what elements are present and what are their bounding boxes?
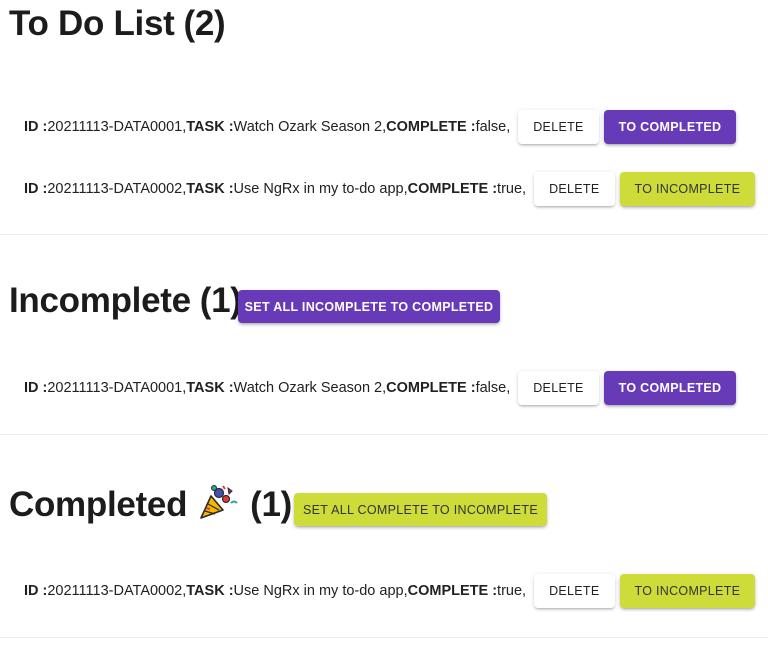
todo-item-row: ID :20211113-DATA0002,TASK :Use NgRx in … [24,172,756,206]
task-value: Use NgRx in my to-do app, [233,181,408,197]
todo-list-heading: To Do List (2) [9,4,226,43]
incomplete-heading: Incomplete (1) [9,283,242,318]
to-incomplete-button[interactable]: TO INCOMPLETE [619,574,756,608]
id-label: ID : [24,119,48,135]
complete-value: false, [475,119,511,135]
todo-page: To Do List (2) ID :20211113-DATA0001,TASK… [0,0,768,648]
party-popper-icon [200,485,238,519]
set-all-complete-to-incomplete-button[interactable]: SET ALL COMPLETE TO INCOMPLETE [294,493,547,526]
set-all-incomplete-to-completed-button[interactable]: SET ALL INCOMPLETE TO COMPLETED [238,290,500,323]
to-incomplete-button[interactable]: TO INCOMPLETE [619,172,756,206]
completed-title: Completed [9,485,188,524]
complete-value: true, [497,583,527,599]
delete-button[interactable]: DELETE [518,110,599,144]
id-value: 20211113-DATA0002, [47,583,187,599]
delete-button[interactable]: DELETE [518,371,599,405]
todo-item-text: ID :20211113-DATA0001,TASK :Watch Ozark … [24,380,510,396]
todo-item-text: ID :20211113-DATA0002,TASK :Use NgRx in … [24,181,526,197]
incomplete-item-row: ID :20211113-DATA0001,TASK :Watch Ozark … [24,371,737,405]
todo-item-text: ID :20211113-DATA0001,TASK :Watch Ozark … [24,119,510,135]
completed-heading: Completed (1) [9,484,292,522]
complete-value: false, [475,380,511,396]
task-label: TASK : [186,119,234,135]
id-value: 20211113-DATA0001, [47,380,187,396]
delete-button[interactable]: DELETE [534,172,615,206]
todo-item-row: ID :20211113-DATA0001,TASK :Watch Ozark … [24,110,737,144]
task-label: TASK : [186,181,234,197]
todo-list-count: (2) [183,4,226,43]
id-label: ID : [24,380,48,396]
todo-list-title: To Do List [9,4,175,43]
section-divider [0,637,768,638]
id-value: 20211113-DATA0001, [47,119,187,135]
section-divider [0,434,768,435]
incomplete-title: Incomplete [9,281,191,320]
task-label: TASK : [186,380,234,396]
completed-count: (1) [250,485,293,524]
complete-value: true, [497,181,527,197]
task-value: Use NgRx in my to-do app, [233,583,408,599]
task-value: Watch Ozark Season 2, [233,119,387,135]
delete-button[interactable]: DELETE [534,574,615,608]
incomplete-count: (1) [199,281,242,320]
complete-label: COMPLETE : [407,181,498,197]
completed-item-row: ID :20211113-DATA0002,TASK :Use NgRx in … [24,574,756,608]
to-completed-button[interactable]: TO COMPLETED [603,371,737,405]
id-value: 20211113-DATA0002, [47,181,187,197]
id-label: ID : [24,583,48,599]
complete-label: COMPLETE : [407,583,498,599]
todo-item-text: ID :20211113-DATA0002,TASK :Use NgRx in … [24,583,526,599]
id-label: ID : [24,181,48,197]
task-label: TASK : [186,583,234,599]
section-divider [0,234,768,235]
complete-label: COMPLETE : [386,119,476,135]
complete-label: COMPLETE : [386,380,476,396]
to-completed-button[interactable]: TO COMPLETED [603,110,737,144]
task-value: Watch Ozark Season 2, [233,380,387,396]
